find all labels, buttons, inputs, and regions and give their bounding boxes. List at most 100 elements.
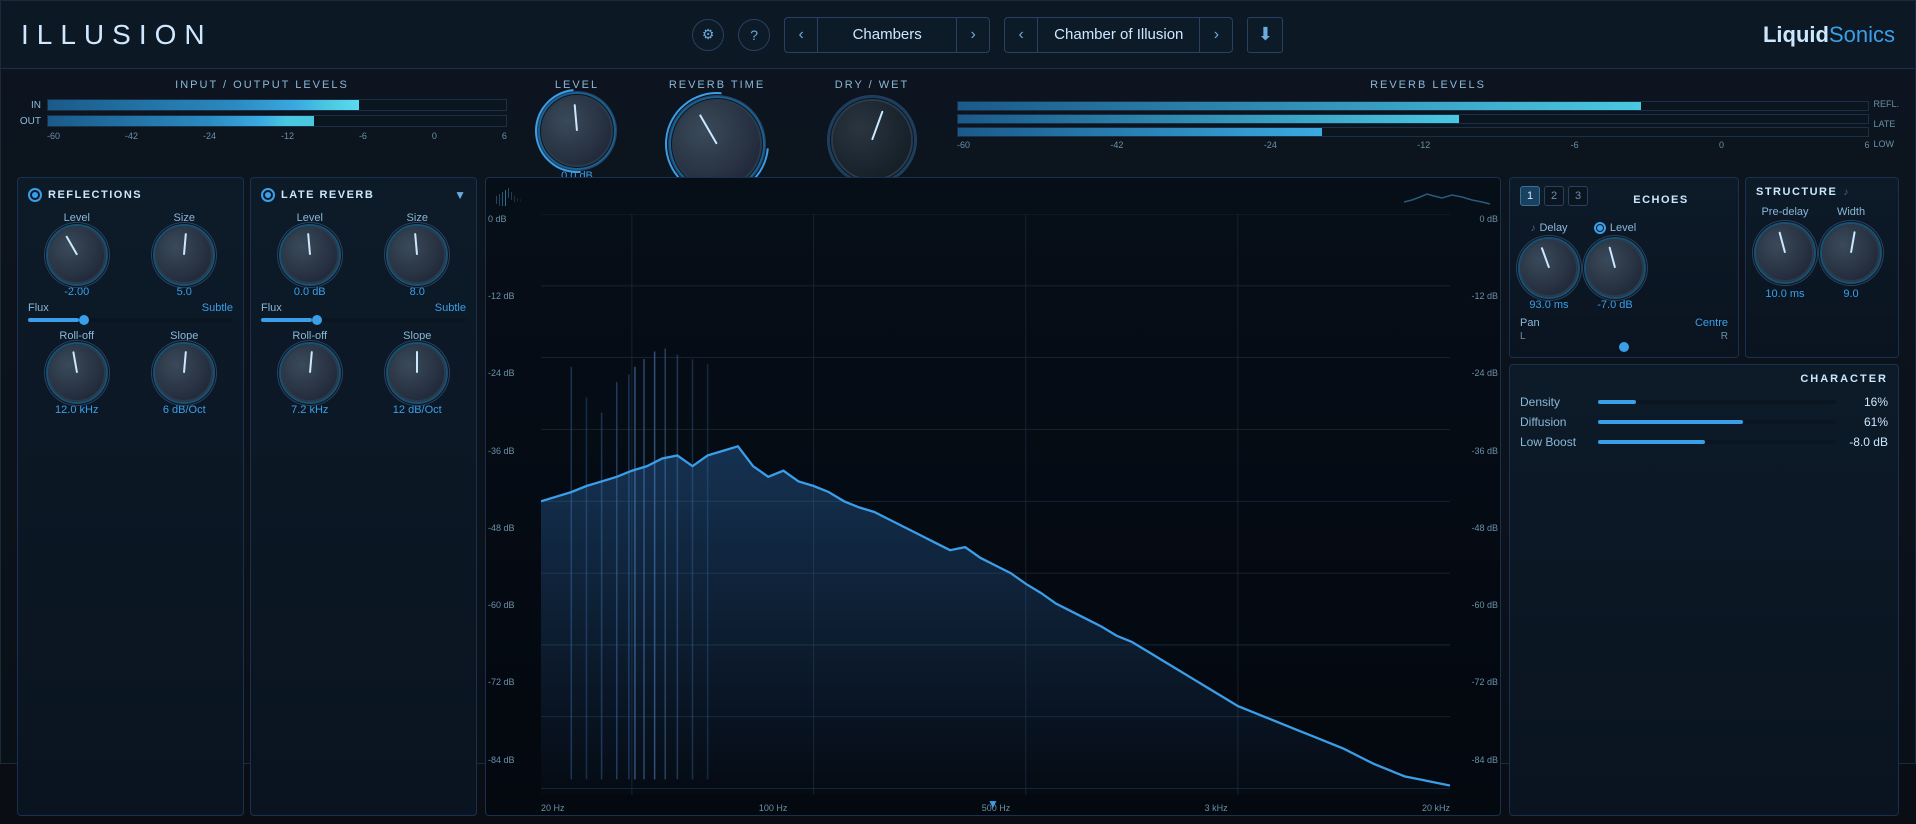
reflections-title: REFLECTIONS <box>48 189 142 201</box>
refl-rolloff-group: Roll-off 12.0 kHz <box>28 330 126 416</box>
plugin-container: ILLUSION ⚙ ? ‹ Chambers › ‹ Chamber of I… <box>0 0 1916 764</box>
echo-level-power-button[interactable] <box>1594 222 1606 234</box>
refl-level-group: Level -2.00 <box>28 212 126 298</box>
refl-level-value: -2.00 <box>64 286 89 298</box>
refl-flux-row: Flux Subtle <box>28 302 233 314</box>
echoes-tab-1[interactable]: 1 <box>1520 186 1540 206</box>
late-bar <box>957 114 1869 124</box>
reverb-scale-labels: -60-42-24-12-606 <box>957 140 1869 150</box>
refl-bar <box>957 101 1869 111</box>
reflections-power-button[interactable] <box>28 188 42 202</box>
refl-size-knob[interactable] <box>155 226 213 284</box>
level-knob-section: LEVEL 0.0 dB <box>527 79 627 182</box>
help-button[interactable]: ? <box>738 19 770 51</box>
echoes-panel: 1 2 3 ECHOES ♪ Delay <box>1509 177 1739 358</box>
character-panel: CHARACTER Density 16% Diffusion <box>1509 364 1899 816</box>
dry-wet-knob[interactable] <box>831 99 913 181</box>
refl-rolloff-knob[interactable] <box>48 344 106 402</box>
structure-title: STRUCTURE <box>1756 186 1837 198</box>
echo-delay-knob[interactable] <box>1520 239 1578 297</box>
late-flux-value: Subtle <box>435 302 466 314</box>
late-reverb-dropdown-icon[interactable]: ▼ <box>454 188 466 202</box>
echo-level-col: Level -7.0 dB <box>1586 222 1644 311</box>
pan-l-label: L <box>1520 331 1526 342</box>
refl-size-label: Size <box>174 212 195 224</box>
pan-r-label: R <box>1721 331 1728 342</box>
lowboost-fill <box>1598 440 1705 444</box>
scale-minus6: -6 <box>359 131 367 141</box>
io-levels-title: INPUT / OUTPUT LEVELS <box>17 79 507 91</box>
prev-category-button[interactable]: ‹ <box>785 17 817 53</box>
lowboost-value: -8.0 dB <box>1844 435 1888 449</box>
late-rolloff-knob[interactable] <box>281 344 339 402</box>
echoes-tab-3[interactable]: 3 <box>1568 186 1588 206</box>
freq-500hz: 500 Hz <box>982 803 1011 813</box>
character-title: CHARACTER <box>1800 373 1888 385</box>
echo-level-knob[interactable] <box>1586 239 1644 297</box>
low-bar <box>957 127 1869 137</box>
late-level-knob[interactable] <box>281 226 339 284</box>
pan-slider[interactable] <box>1520 345 1728 349</box>
spectral-top <box>486 178 1500 214</box>
pan-row: Pan Centre L R <box>1520 317 1728 349</box>
structure-mute-icon: ♪ <box>1843 187 1848 198</box>
density-label: Density <box>1520 395 1590 409</box>
lowboost-slider[interactable] <box>1598 440 1836 444</box>
download-button[interactable]: ⬇ <box>1247 17 1283 53</box>
diffusion-label: Diffusion <box>1520 415 1590 429</box>
density-slider[interactable] <box>1598 400 1836 404</box>
scale-6: 6 <box>502 131 507 141</box>
reverb-time-knob[interactable] <box>672 99 762 189</box>
density-value: 16% <box>1844 395 1888 409</box>
structure-knobs: Pre-delay 10.0 ms Width <box>1756 206 1888 300</box>
settings-button[interactable]: ⚙ <box>692 19 724 51</box>
structure-panel: STRUCTURE ♪ Pre-delay 10.0 ms <box>1745 177 1899 358</box>
reverb-time-title: REVERB TIME <box>669 79 765 91</box>
late-flux-slider[interactable] <box>261 318 466 322</box>
diffusion-slider[interactable] <box>1598 420 1836 424</box>
pan-label: Pan <box>1520 317 1540 329</box>
late-slope-knob[interactable] <box>388 344 446 402</box>
echoes-header: 1 2 3 ECHOES <box>1520 186 1728 214</box>
late-size-value: 8.0 <box>410 286 425 298</box>
pan-value: Centre <box>1695 317 1728 329</box>
predelay-knob[interactable] <box>1756 224 1814 282</box>
freq-20hz: 20 Hz <box>541 803 565 813</box>
top-bar: ILLUSION ⚙ ? ‹ Chambers › ‹ Chamber of I… <box>1 1 1915 69</box>
echoes-tabs: 1 2 3 <box>1520 186 1588 206</box>
echo-level-label: Level <box>1610 222 1636 234</box>
late-size-label: Size <box>407 212 428 224</box>
in-meter <box>47 99 507 111</box>
early-waveform-icon <box>494 182 584 210</box>
late-flux-row: Flux Subtle <box>261 302 466 314</box>
refl-flux-slider[interactable] <box>28 318 233 322</box>
echo-delay-value: 93.0 ms <box>1529 299 1568 311</box>
refl-rolloff-slope: Roll-off 12.0 kHz Slope <box>28 330 233 416</box>
width-knob[interactable] <box>1822 224 1880 282</box>
late-rolloff-group: Roll-off 7.2 kHz <box>261 330 359 416</box>
refl-level-knob[interactable] <box>48 226 106 284</box>
late-reverb-controls: Level 0.0 dB Size <box>261 212 466 298</box>
right-panels: 1 2 3 ECHOES ♪ Delay <box>1509 177 1899 816</box>
late-reverb-power-button[interactable] <box>261 188 275 202</box>
app-logo: ILLUSION <box>21 19 213 51</box>
top-controls: ⚙ ? ‹ Chambers › ‹ Chamber of Illusion ›… <box>692 17 1283 53</box>
next-category-button[interactable]: › <box>957 17 989 53</box>
lowboost-row: Low Boost -8.0 dB <box>1520 435 1888 449</box>
echo-delay-label: Delay <box>1539 222 1567 234</box>
meter-out-row: OUT <box>17 115 507 127</box>
level-knob[interactable] <box>541 95 613 167</box>
next-preset-button[interactable]: › <box>1200 17 1232 53</box>
refl-slope-knob[interactable] <box>155 344 213 402</box>
io-levels-section: INPUT / OUTPUT LEVELS IN OUT <box>17 79 507 141</box>
reverb-levels-scale: -60-42-24-12-606 <box>957 140 1869 150</box>
late-size-knob[interactable] <box>388 226 446 284</box>
diffusion-fill <box>1598 420 1743 424</box>
late-reverb-header: LATE REVERB ▼ <box>261 188 466 202</box>
meter-in-row: IN <box>17 99 507 111</box>
echoes-title: ECHOES <box>1594 194 1728 206</box>
freq-20khz: 20 kHz <box>1422 803 1450 813</box>
prev-preset-button[interactable]: ‹ <box>1005 17 1037 53</box>
echoes-tab-2[interactable]: 2 <box>1544 186 1564 206</box>
width-label: Width <box>1837 206 1865 218</box>
